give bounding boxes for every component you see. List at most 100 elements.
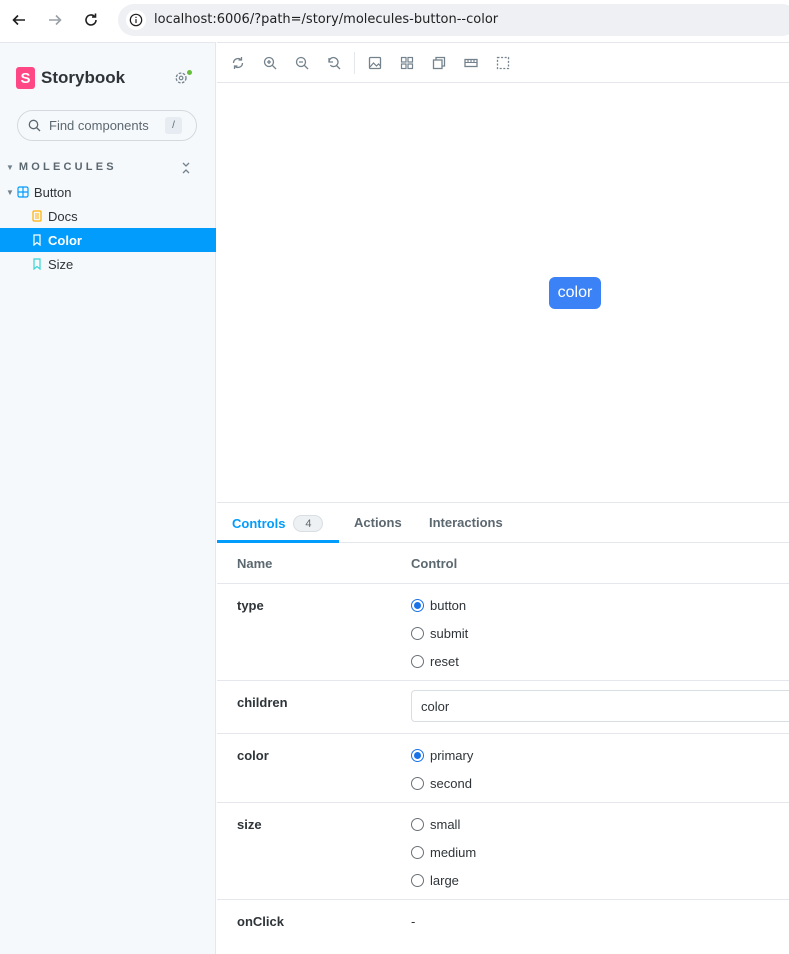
control-name: children xyxy=(237,695,288,710)
bookmark-icon xyxy=(31,234,43,246)
reload-button[interactable] xyxy=(79,8,103,32)
search-shortcut-badge: / xyxy=(165,117,182,134)
sidebar-item-label: Size xyxy=(48,256,74,272)
radio-size-small[interactable]: small xyxy=(411,817,460,832)
radio-unchecked[interactable] xyxy=(411,846,424,859)
grid-icon xyxy=(400,56,414,70)
control-name: size xyxy=(237,817,262,832)
sidebar-item-color[interactable]: Color xyxy=(0,228,216,252)
zoom-out-icon xyxy=(295,56,309,70)
addon-panel: Controls 4 Actions Interactions Name Con… xyxy=(217,502,789,954)
address-bar[interactable]: localhost:6006/?path=/story/molecules-bu… xyxy=(118,4,789,36)
radio-type-submit[interactable]: submit xyxy=(411,626,468,641)
column-header-name: Name xyxy=(237,556,273,571)
tab-controls[interactable]: Controls 4 xyxy=(232,515,324,532)
browser-windows-icon xyxy=(432,56,446,70)
radio-label: medium xyxy=(430,845,477,860)
tab-interactions[interactable]: Interactions xyxy=(429,515,503,530)
arrow-right-icon xyxy=(49,14,62,26)
viewport-button[interactable] xyxy=(432,56,446,70)
radio-label: submit xyxy=(430,626,469,641)
search-input[interactable]: Find components / xyxy=(17,110,197,141)
tab-actions[interactable]: Actions xyxy=(354,515,402,530)
preview-toolbar xyxy=(217,42,789,83)
preview-button[interactable]: color xyxy=(549,277,601,309)
search-placeholder: Find components xyxy=(49,118,149,133)
radio-checked[interactable] xyxy=(411,749,424,762)
group-header-molecules[interactable]: ▼ MOLECULES xyxy=(6,161,117,173)
radio-unchecked[interactable] xyxy=(411,627,424,640)
reload-icon xyxy=(85,13,97,26)
caret-down-icon: ▼ xyxy=(6,187,14,197)
tab-label: Controls xyxy=(232,516,286,531)
radio-unchecked[interactable] xyxy=(411,818,424,831)
caret-down-icon: ▼ xyxy=(6,162,14,172)
zoom-in-icon xyxy=(263,56,277,70)
settings-button[interactable] xyxy=(174,69,193,88)
sidebar-item-docs[interactable]: Docs xyxy=(0,204,216,228)
storybook-brand[interactable]: S Storybook xyxy=(16,67,125,89)
control-row-size: size small medium large xyxy=(217,803,789,900)
story-canvas: color xyxy=(217,83,789,502)
back-button[interactable] xyxy=(7,8,31,32)
ruler-icon xyxy=(464,58,478,68)
status-dot xyxy=(186,69,193,76)
radio-size-large[interactable]: large xyxy=(411,873,459,888)
bookmark-icon xyxy=(31,258,43,270)
radio-unchecked[interactable] xyxy=(411,655,424,668)
measure-button[interactable] xyxy=(464,56,478,70)
radio-size-medium[interactable]: medium xyxy=(411,845,476,860)
toolbar-divider xyxy=(354,52,355,74)
tab-label: Interactions xyxy=(429,515,503,530)
radio-color-primary[interactable]: primary xyxy=(411,748,473,763)
control-name: color xyxy=(237,748,269,763)
control-row-onclick: onClick - xyxy=(217,900,789,954)
background-button[interactable] xyxy=(368,56,382,70)
group-label: MOLECULES xyxy=(18,161,117,173)
sidebar-item-label: Button xyxy=(33,184,72,200)
sidebar-item-button[interactable]: ▼ Button xyxy=(0,180,216,204)
control-row-color: color primary second xyxy=(217,734,789,803)
table-header: Name Control xyxy=(217,543,789,584)
sidebar: S Storybook Find components / ▼ MOLECULE… xyxy=(0,42,216,954)
forward-button[interactable] xyxy=(43,8,67,32)
url-text[interactable]: localhost:6006/?path=/story/molecules-bu… xyxy=(154,12,498,27)
radio-label: second xyxy=(430,776,472,791)
radio-type-reset[interactable]: reset xyxy=(411,654,459,669)
zoom-out-button[interactable] xyxy=(295,56,309,70)
panel-tabs: Controls 4 Actions Interactions xyxy=(217,503,789,543)
radio-label: button xyxy=(430,598,467,613)
collapse-all-icon[interactable] xyxy=(180,161,192,175)
component-icon xyxy=(17,186,29,198)
brand-name: Storybook xyxy=(41,68,126,87)
tab-label: Actions xyxy=(354,515,402,530)
sync-icon xyxy=(232,57,244,69)
control-name: type xyxy=(237,598,264,613)
radio-color-second[interactable]: second xyxy=(411,776,472,791)
controls-count-badge: 4 xyxy=(293,515,324,532)
zoom-in-button[interactable] xyxy=(263,56,277,70)
radio-unchecked[interactable] xyxy=(411,874,424,887)
search-icon xyxy=(28,119,41,132)
remount-button[interactable] xyxy=(231,56,245,70)
radio-label: primary xyxy=(430,748,474,763)
control-row-type: type button submit reset xyxy=(217,584,789,681)
radio-type-button[interactable]: button xyxy=(411,598,466,613)
control-name: onClick xyxy=(237,914,284,929)
arrow-left-icon xyxy=(12,14,25,26)
sidebar-item-label: Color xyxy=(48,232,82,248)
outline-icon xyxy=(496,56,510,70)
image-icon xyxy=(368,56,382,70)
document-icon xyxy=(31,210,43,222)
site-info-icon[interactable] xyxy=(126,10,146,30)
radio-label: large xyxy=(430,873,459,888)
radio-checked[interactable] xyxy=(411,599,424,612)
browser-toolbar: localhost:6006/?path=/story/molecules-bu… xyxy=(0,0,789,42)
grid-button[interactable] xyxy=(400,56,414,70)
sidebar-item-size[interactable]: Size xyxy=(0,252,216,276)
zoom-reset-button[interactable] xyxy=(327,56,341,70)
outline-button[interactable] xyxy=(496,56,510,70)
children-text-input[interactable] xyxy=(411,690,789,722)
radio-unchecked[interactable] xyxy=(411,777,424,790)
radio-label: small xyxy=(430,817,461,832)
